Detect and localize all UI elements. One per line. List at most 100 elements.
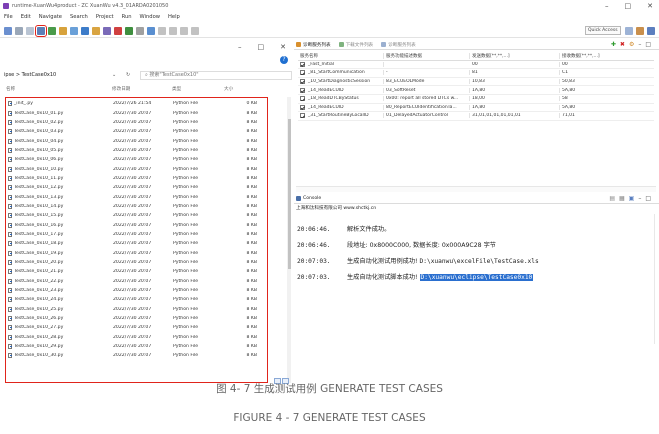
run-icon[interactable] <box>125 26 133 35</box>
nav-icon-1[interactable] <box>158 26 166 35</box>
scroll-lock-icon[interactable]: ▦ <box>619 195 625 202</box>
service-row[interactable]: _14_ReadECUID 03_SoftReset 1A,80 5A,80 <box>298 86 654 95</box>
close-icon[interactable]: ✕ <box>647 2 653 10</box>
file-row[interactable]: TestCase_0x10_20.py 2022/7/30 20:07 Python… <box>6 258 267 267</box>
file-row[interactable]: TestCase_0x10_11.py 2022/7/30 20:07 Python… <box>6 174 267 183</box>
console-path[interactable]: D:\xuanwu\excelFile\TestCase.xls <box>420 258 539 265</box>
file-row[interactable]: TestCase_0x10_04.py 2022/7/30 20:07 Python… <box>6 136 267 145</box>
service-send-data[interactable]: 1A,80 <box>470 104 560 110</box>
service-row[interactable]: _Fast_Initial 00 00 <box>298 61 654 70</box>
services-horizontal-scrollbar[interactable] <box>296 186 656 192</box>
service-send-data[interactable]: 10,83 <box>470 79 560 85</box>
service-row[interactable]: _31_StartRoutineByLocalID 01_DelayedActua… <box>298 112 654 121</box>
service-row[interactable]: _10_StartDiagnosticSession 83_ECUEOLMode 1… <box>298 78 654 87</box>
service-send-data[interactable]: 31,01,01,01,01,01,01 <box>470 113 560 119</box>
service-send-data[interactable]: 1A,80 <box>470 87 560 93</box>
file-row[interactable]: TestCase_0x10_17.py 2022/7/30 20:07 Python… <box>6 230 267 239</box>
service-receive-data[interactable]: 5A,80 <box>560 105 650 110</box>
minimize-icon[interactable]: – <box>605 2 609 10</box>
menu-help[interactable]: Help <box>168 14 180 20</box>
pin-console-icon[interactable]: ▣ <box>629 195 635 202</box>
service-description[interactable]: 80_ReportECUIdentificationTa... <box>384 104 470 110</box>
file-row[interactable]: TestCase_0x10_28.py 2022/7/30 20:07 Python… <box>6 333 267 342</box>
nav-icon-2[interactable] <box>169 26 177 35</box>
service-checkbox[interactable] <box>300 79 305 85</box>
save-icon[interactable] <box>15 26 23 35</box>
file-row[interactable]: TestCase_0x10_06.py 2022/7/30 20:07 Python… <box>6 155 267 164</box>
tool-icon-4[interactable] <box>81 26 89 35</box>
forward-icon[interactable] <box>191 26 199 35</box>
column-header-name[interactable]: 名称 <box>0 86 112 94</box>
search-input[interactable]: ⌕ 搜索"TestCase0x10" <box>140 70 292 80</box>
external-tools-icon[interactable] <box>136 26 144 35</box>
tab-console[interactable]: Console <box>296 196 321 201</box>
menu-file[interactable]: File <box>4 14 13 20</box>
file-row[interactable]: TestCase_0x10_14.py 2022/7/30 20:07 Python… <box>6 202 267 211</box>
column-header-size[interactable]: 大小 <box>224 86 260 94</box>
new-icon[interactable] <box>4 26 12 35</box>
file-row[interactable]: TestCase_0x10_16.py 2022/7/30 20:07 Python… <box>6 220 267 229</box>
file-row[interactable]: TestCase_0x10_29.py 2022/7/30 20:07 Python… <box>6 342 267 351</box>
service-description[interactable]: - <box>384 70 470 76</box>
service-send-data[interactable]: 81 <box>470 70 560 76</box>
settings-icon[interactable]: ⚙ <box>629 41 634 48</box>
add-icon[interactable]: ✚ <box>611 41 616 48</box>
service-checkbox[interactable] <box>300 104 305 110</box>
refresh-icon[interactable]: ↻ <box>126 72 140 78</box>
file-row[interactable]: TestCase_0x10_30.py 2022/7/30 20:07 Python… <box>6 351 267 360</box>
maximize-view-icon[interactable]: □ <box>645 195 651 202</box>
explorer-scrollbar[interactable] <box>287 97 291 383</box>
service-description[interactable]: 0x00: report all stored DTCs w... <box>384 96 470 102</box>
menu-search[interactable]: Search <box>70 14 88 20</box>
service-receive-data[interactable]: 58 <box>560 96 650 101</box>
file-row[interactable]: TestCase_0x10_18.py 2022/7/30 20:07 Python… <box>6 239 267 248</box>
file-row[interactable]: TestCase_0x10_24.py 2022/7/30 20:07 Python… <box>6 295 267 304</box>
chevron-down-icon[interactable]: ⌄ <box>112 72 126 78</box>
service-receive-data[interactable]: 71,01 <box>560 113 650 118</box>
search-icon[interactable] <box>147 26 155 35</box>
file-row[interactable]: TestCase_0x10_05.py 2022/7/30 20:07 Python… <box>6 146 267 155</box>
minimize-view-icon[interactable]: – <box>638 41 641 48</box>
file-row[interactable]: TestCase_0x10_26.py 2022/7/30 20:07 Python… <box>6 314 267 323</box>
explorer-close-icon[interactable]: ✕ <box>280 43 286 51</box>
maximize-view-icon[interactable]: □ <box>645 41 651 48</box>
service-row[interactable]: _81_StartCommunication -81 C1 <box>298 69 654 78</box>
perspective-icon-2[interactable] <box>636 27 644 35</box>
file-row[interactable]: TestCase_0x10_21.py 2022/7/30 20:07 Python… <box>6 267 267 276</box>
service-send-data[interactable]: 00 <box>470 61 560 67</box>
file-row[interactable]: TestCase_0x10_22.py 2022/7/30 20:07 Python… <box>6 277 267 286</box>
tab-download-files[interactable]: 下载文件列表 <box>338 42 373 48</box>
file-row[interactable]: TestCase_0x10_12.py 2022/7/30 20:07 Python… <box>6 183 267 192</box>
column-header-receive-data[interactable]: 接收数据[**,**,...] <box>560 53 650 59</box>
column-header-send-data[interactable]: 发送数据[**,**,...] <box>470 52 560 59</box>
perspective-icon-3[interactable] <box>647 27 655 35</box>
breadcrumb[interactable]: ipse > TestCase0x10 <box>0 72 112 78</box>
column-header-description[interactable]: 服务功能描述数据 <box>384 52 470 59</box>
maximize-icon[interactable]: □ <box>625 2 632 10</box>
service-description[interactable]: 83_ECUEOLMode <box>384 79 470 85</box>
service-checkbox[interactable] <box>300 61 305 67</box>
scrollbar-thumb[interactable] <box>287 119 291 269</box>
file-row[interactable]: TestCase_0x10_03.py 2022/7/30 20:07 Python… <box>6 127 267 136</box>
service-receive-data[interactable]: 5A,80 <box>560 88 650 93</box>
file-row[interactable]: TestCase_0x10_13.py 2022/7/30 20:07 Python… <box>6 192 267 201</box>
generate-test-cases-icon[interactable] <box>35 24 47 37</box>
file-row[interactable]: TestCase_0x10_23.py 2022/7/30 20:07 Python… <box>6 286 267 295</box>
column-header-type[interactable]: 类型 <box>172 86 224 94</box>
service-receive-data[interactable]: 50,83 <box>560 79 650 84</box>
help-icon[interactable]: ? <box>280 56 288 64</box>
file-row[interactable]: TestCase_0x10_27.py 2022/7/30 20:07 Python… <box>6 323 267 332</box>
stop-icon[interactable] <box>114 26 122 35</box>
menu-navigate[interactable]: Navigate <box>39 14 62 20</box>
service-checkbox[interactable] <box>300 113 305 119</box>
column-header-date[interactable]: 修改日期 <box>112 86 172 94</box>
service-row[interactable]: _14_ReadECUID 80_ReportECUIdentificationT… <box>298 104 654 113</box>
tool-icon-1[interactable] <box>48 26 56 35</box>
explorer-minimize-icon[interactable]: – <box>238 43 242 51</box>
console-scrollbar[interactable] <box>654 214 659 344</box>
service-row[interactable]: _18_ReadDTCByStatus 0x00: report all stor… <box>298 95 654 104</box>
menu-window[interactable]: Window <box>140 14 160 20</box>
back-icon[interactable] <box>180 26 188 35</box>
file-row[interactable]: TestCase_0x10_01.py 2022/7/30 20:07 Python… <box>6 108 267 117</box>
tab-service-list-2[interactable]: 诊断服务列表 <box>381 42 416 48</box>
